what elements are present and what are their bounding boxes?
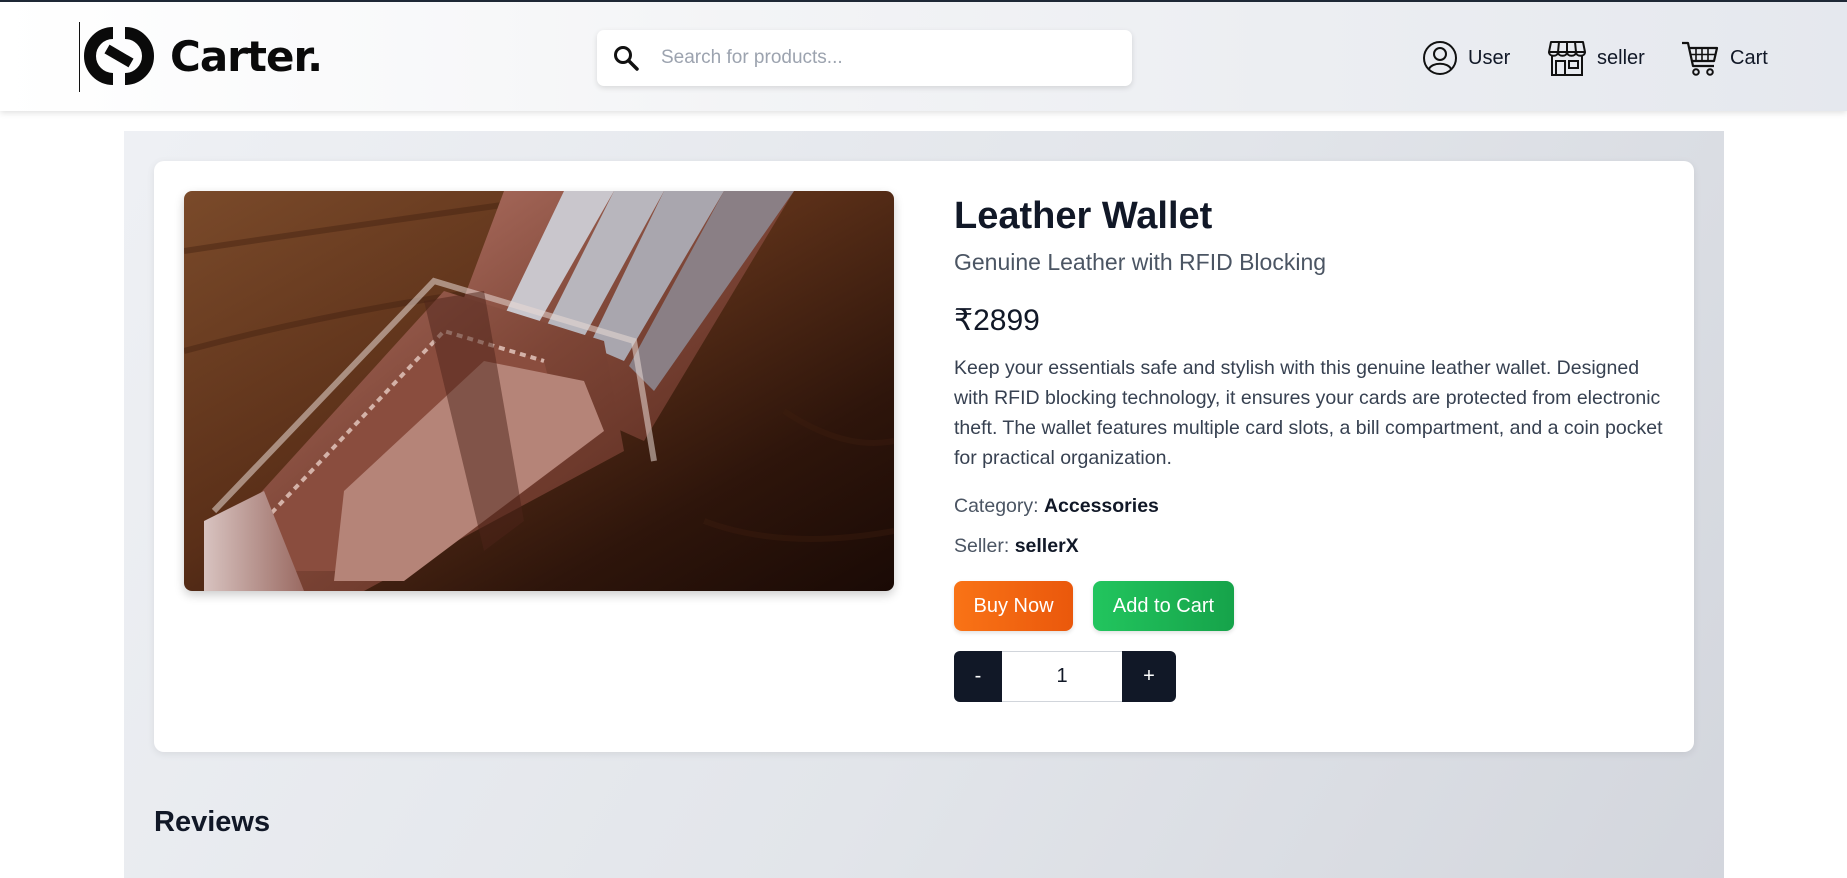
logo-mark-icon[interactable] xyxy=(83,27,155,85)
quantity-stepper: - + xyxy=(954,651,1176,702)
user-icon xyxy=(1423,41,1457,75)
search-icon[interactable] xyxy=(612,44,640,72)
category-value: Accessories xyxy=(1043,495,1159,517)
quantity-input[interactable] xyxy=(1002,651,1122,702)
product-description: Keep your essentials safe and stylish wi… xyxy=(954,357,1663,469)
cart-icon xyxy=(1682,41,1719,76)
quantity-decrement-button[interactable]: - xyxy=(954,651,1002,702)
nav-seller-link[interactable]: seller xyxy=(1547,38,1645,78)
search-bar[interactable] xyxy=(597,30,1132,86)
product-category: Category: Accessories xyxy=(954,495,1159,518)
product-card: Leather Wallet Genuine Leather with RFID… xyxy=(154,161,1694,752)
product-price: ₹2899 xyxy=(954,304,1040,337)
product-subtitle: Genuine Leather with RFID Blocking xyxy=(954,249,1327,275)
product-seller: Seller: sellerX xyxy=(954,535,1079,558)
seller-value: sellerX xyxy=(1014,535,1079,557)
nav-cart-link[interactable]: Cart xyxy=(1680,38,1768,78)
category-label: Category: xyxy=(954,495,1039,517)
nav-cart-label: Cart xyxy=(1730,46,1768,69)
store-icon xyxy=(1548,41,1586,76)
buy-now-button[interactable]: Buy Now xyxy=(954,581,1073,631)
logo-divider xyxy=(79,22,80,92)
reviews-heading: Reviews xyxy=(154,806,271,838)
wallet-photo xyxy=(184,191,894,591)
product-image xyxy=(184,191,894,591)
nav-seller-label: seller xyxy=(1597,46,1645,69)
search-input[interactable] xyxy=(661,40,1111,76)
product-title: Leather Wallet xyxy=(954,195,1213,237)
seller-label: Seller: xyxy=(954,535,1010,557)
logo-text[interactable]: Carter. xyxy=(170,32,323,81)
nav-user-label: User xyxy=(1468,46,1511,69)
quantity-increment-button[interactable]: + xyxy=(1122,651,1176,702)
add-to-cart-button[interactable]: Add to Cart xyxy=(1093,581,1234,631)
site-header: Carter. User seller xyxy=(0,2,1847,111)
nav-user-link[interactable]: User xyxy=(1422,38,1510,78)
